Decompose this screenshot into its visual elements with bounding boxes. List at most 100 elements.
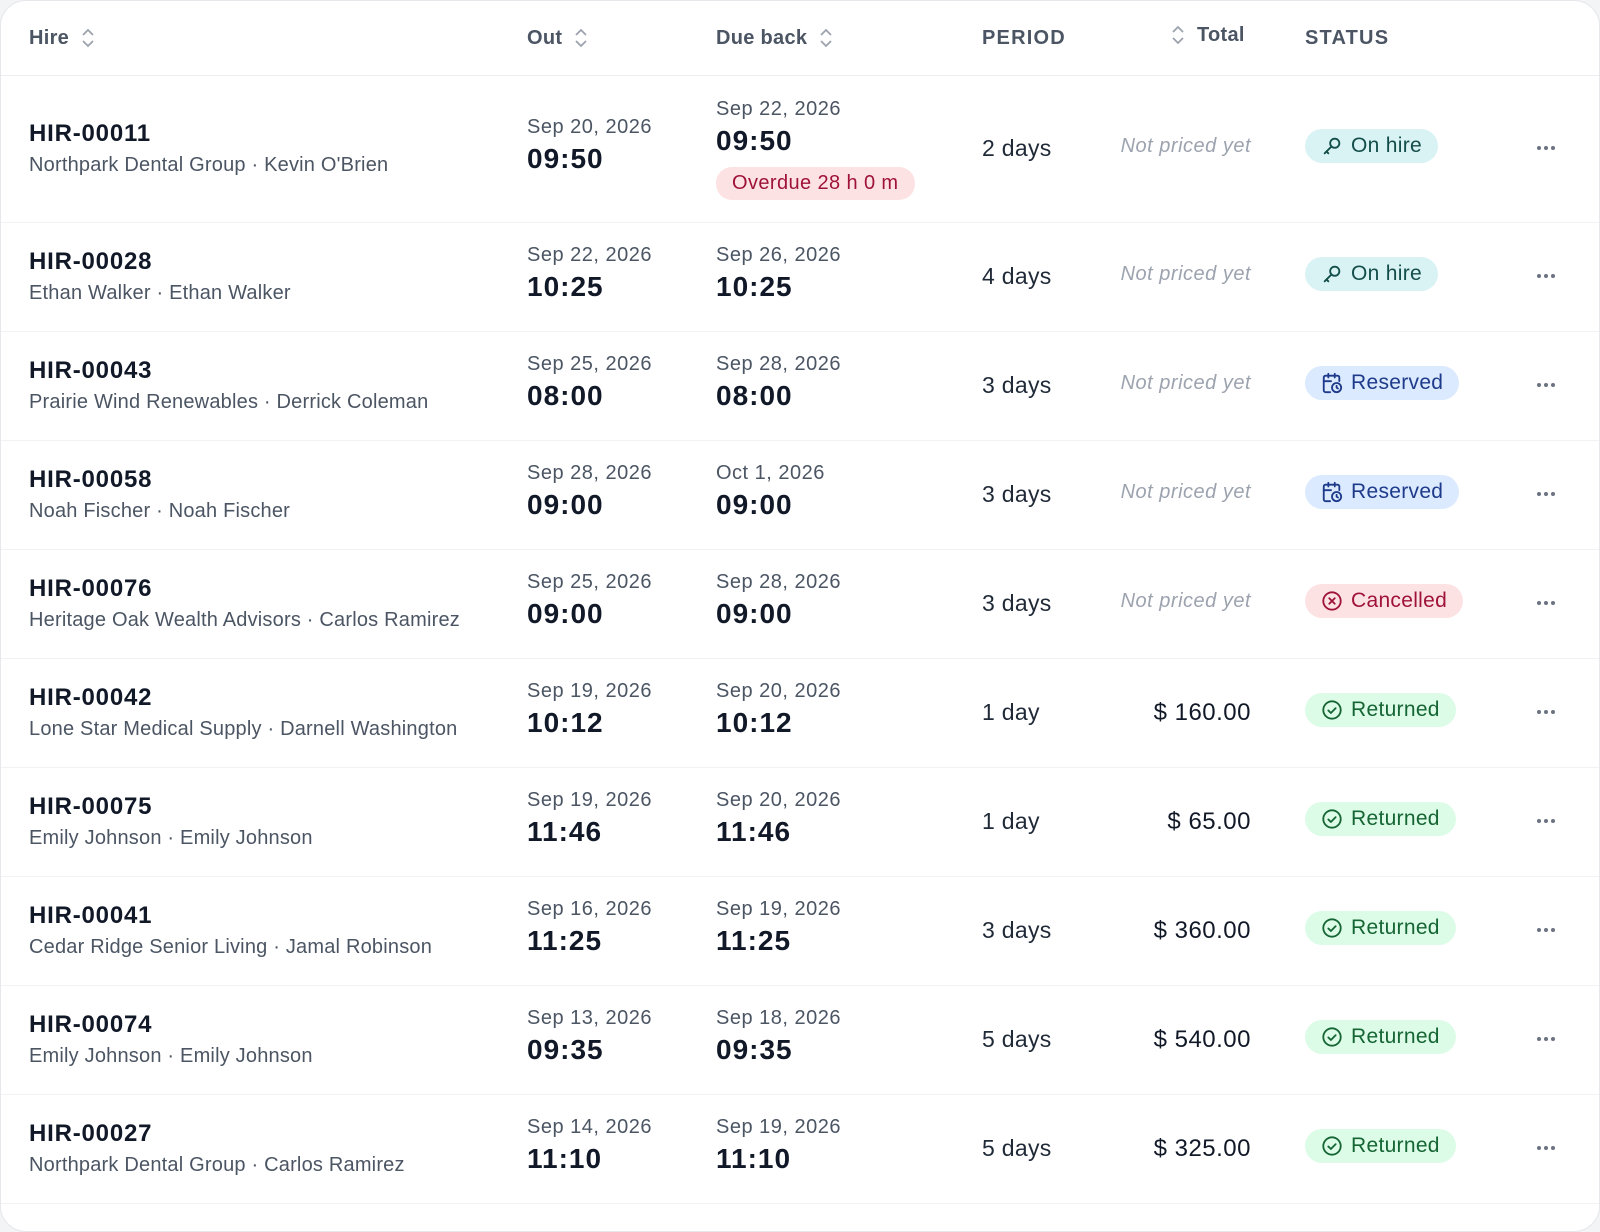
period-cell: 5 days [982, 1135, 1052, 1161]
status-cell: Returned [1305, 802, 1456, 836]
due-back-cell: Oct 1, 2026 09:00 [716, 462, 825, 521]
out-time: 08:00 [527, 380, 604, 411]
table-body: HIR-00011 Northpark Dental Group · Kevin … [1, 76, 1599, 1204]
total-cell: Not priced yet [1120, 590, 1251, 612]
hire-customer: Lone Star Medical Supply · Darnell Washi… [29, 718, 458, 740]
hire-customer: Emily Johnson · Emily Johnson [29, 827, 313, 849]
row-actions-icon[interactable] [1534, 136, 1558, 160]
hire-id[interactable]: HIR-00042 [29, 684, 457, 712]
row-actions-icon[interactable] [1534, 373, 1558, 397]
row-actions-icon[interactable] [1534, 264, 1558, 288]
hire-cell: HIR-00028 Ethan Walker · Ethan Walker [29, 248, 291, 305]
col-out-header[interactable]: Out [527, 1, 588, 75]
hire-id[interactable]: HIR-00041 [29, 902, 432, 930]
status-cell: Returned [1305, 1020, 1456, 1054]
due-time: 10:25 [716, 271, 793, 302]
col-total-header[interactable]: Total [1171, 1, 1245, 72]
table-row[interactable]: HIR-00011 Northpark Dental Group · Kevin … [1, 76, 1599, 223]
hire-id[interactable]: HIR-00074 [29, 1011, 313, 1039]
col-hire-header[interactable]: Hire [29, 1, 95, 75]
due-back-cell: Sep 19, 2026 11:25 [716, 898, 841, 957]
col-hire-label: Hire [29, 26, 70, 49]
calendar-clock-icon [1321, 481, 1343, 503]
total-cell: $ 65.00 [1167, 808, 1251, 835]
due-date: Sep 22, 2026 [716, 98, 841, 120]
out-time: 10:12 [527, 707, 604, 738]
period-cell: 2 days [982, 135, 1052, 161]
out-date: Sep 14, 2026 [527, 1116, 652, 1138]
out-date: Sep 20, 2026 [527, 116, 652, 138]
status-cell: Reserved [1305, 475, 1460, 509]
out-date: Sep 16, 2026 [527, 898, 652, 920]
out-date: Sep 28, 2026 [527, 462, 652, 484]
total-cell: $ 325.00 [1153, 1135, 1251, 1162]
sort-icon[interactable] [1171, 24, 1185, 46]
col-due-back-header[interactable]: Due back [716, 1, 833, 75]
out-date: Sep 25, 2026 [527, 571, 652, 593]
hire-id[interactable]: HIR-00028 [29, 248, 291, 276]
out-cell: Sep 19, 2026 10:12 [527, 680, 652, 739]
hire-cell: HIR-00042 Lone Star Medical Supply · Darn… [29, 684, 457, 741]
due-date: Sep 20, 2026 [716, 789, 841, 811]
hire-customer: Noah Fischer · Noah Fischer [29, 500, 291, 522]
hire-id[interactable]: HIR-00058 [29, 466, 290, 494]
hire-cell: HIR-00043 Prairie Wind Renewables · Derri… [29, 357, 428, 414]
due-time: 08:00 [716, 380, 793, 411]
out-time: 11:46 [527, 816, 603, 847]
status-label: Returned [1351, 1134, 1440, 1157]
row-actions-icon[interactable] [1534, 1027, 1558, 1051]
check-circle-icon [1321, 917, 1343, 939]
total-cell: $ 160.00 [1153, 699, 1251, 726]
row-actions-icon[interactable] [1534, 482, 1558, 506]
status-badge: Returned [1305, 911, 1456, 945]
out-cell: Sep 25, 2026 09:00 [527, 571, 652, 630]
hire-id[interactable]: HIR-00027 [29, 1120, 405, 1148]
due-time: 11:46 [716, 816, 792, 847]
row-actions-icon[interactable] [1534, 918, 1558, 942]
due-back-cell: Sep 19, 2026 11:10 [716, 1116, 841, 1175]
due-time: 09:35 [716, 1034, 793, 1065]
table-row[interactable]: HIR-00075 Emily Johnson · Emily Johnson Se… [1, 768, 1599, 877]
table-row[interactable]: HIR-00074 Emily Johnson · Emily Johnson Se… [1, 986, 1599, 1095]
due-time: 11:25 [716, 925, 792, 956]
table-row[interactable]: HIR-00028 Ethan Walker · Ethan Walker Sep … [1, 223, 1599, 332]
row-actions-icon[interactable] [1534, 1136, 1558, 1160]
out-time: 09:00 [527, 598, 604, 629]
table-row[interactable]: HIR-00042 Lone Star Medical Supply · Darn… [1, 659, 1599, 768]
status-label: Returned [1351, 916, 1440, 939]
period-cell: 3 days [982, 481, 1052, 507]
sort-icon[interactable] [81, 27, 95, 49]
sort-icon[interactable] [819, 27, 833, 49]
table-row[interactable]: HIR-00058 Noah Fischer · Noah Fischer Sep … [1, 441, 1599, 550]
due-time: 10:12 [716, 707, 793, 738]
due-date: Sep 19, 2026 [716, 1116, 841, 1138]
total-cell: $ 360.00 [1153, 917, 1251, 944]
hire-id[interactable]: HIR-00011 [29, 120, 388, 148]
due-back-cell: Sep 28, 2026 08:00 [716, 353, 841, 412]
row-actions-icon[interactable] [1534, 809, 1558, 833]
overdue-badge: Overdue 28 h 0 m [716, 167, 915, 200]
due-date: Sep 28, 2026 [716, 571, 841, 593]
out-date: Sep 13, 2026 [527, 1007, 652, 1029]
hire-customer: Heritage Oak Wealth Advisors · Carlos Ra… [29, 609, 460, 631]
hire-id[interactable]: HIR-00043 [29, 357, 428, 385]
sort-icon[interactable] [574, 27, 588, 49]
status-badge: Returned [1305, 1020, 1456, 1054]
status-badge: Cancelled [1305, 584, 1464, 618]
hire-id[interactable]: HIR-00075 [29, 793, 313, 821]
table-row[interactable]: HIR-00041 Cedar Ridge Senior Living · Jam… [1, 877, 1599, 986]
table-row[interactable]: HIR-00076 Heritage Oak Wealth Advisors · … [1, 550, 1599, 659]
row-actions-icon[interactable] [1534, 700, 1558, 724]
table-row[interactable]: HIR-00027 Northpark Dental Group · Carlos… [1, 1095, 1599, 1204]
out-date: Sep 19, 2026 [527, 680, 652, 702]
hire-id[interactable]: HIR-00076 [29, 575, 460, 603]
row-actions-icon[interactable] [1534, 591, 1558, 615]
out-cell: Sep 20, 2026 09:50 [527, 116, 652, 175]
due-back-cell: Sep 18, 2026 09:35 [716, 1007, 841, 1066]
period-cell: 3 days [982, 372, 1052, 398]
table-row[interactable]: HIR-00043 Prairie Wind Renewables · Derri… [1, 332, 1599, 441]
due-date: Sep 26, 2026 [716, 244, 841, 266]
status-cell: Reserved [1305, 366, 1460, 400]
due-date: Oct 1, 2026 [716, 462, 825, 484]
col-due-back-label: Due back [716, 26, 808, 49]
